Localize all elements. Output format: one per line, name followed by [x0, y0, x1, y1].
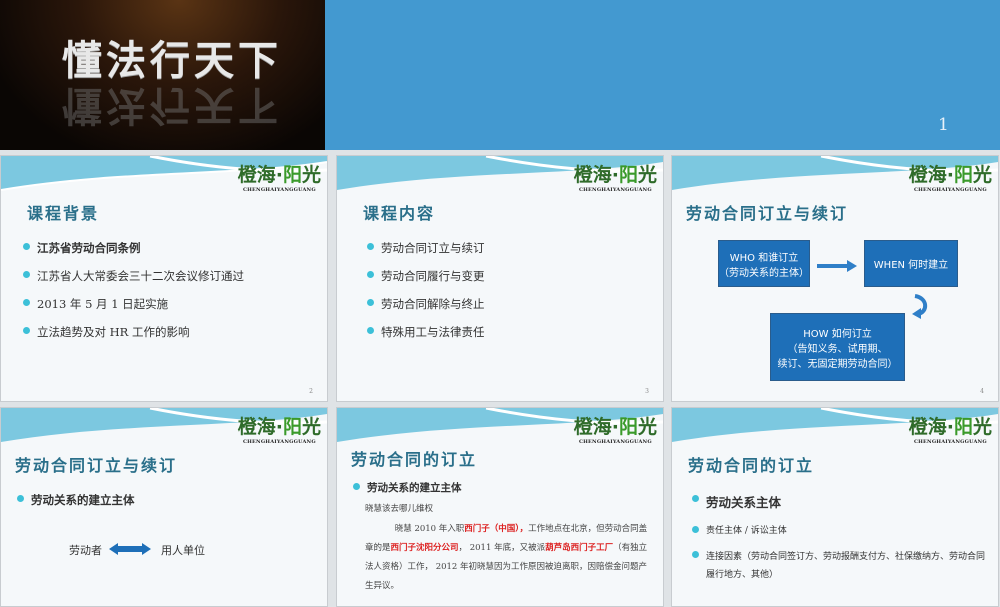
list-item: 2013 年 5 月 1 日起实施 — [23, 296, 244, 312]
slide-title: 劳动合同的订立 — [688, 456, 815, 475]
slide-title: 劳动合同的订立 — [351, 450, 478, 469]
slide-title: 懂法行天下 — [62, 38, 282, 84]
bullet-list: 江苏省劳动合同条例 江苏省人大常委会三十二次会议修订通过 2013 年 5 月 … — [23, 240, 244, 352]
how-box: HOW 如何订立 （告知义务、试用期、 续订、无固定期劳动合同） — [770, 313, 905, 381]
list-item: 连接因素（劳动合同签订方、劳动报酬支付方、社保缴纳方、劳动合同履行地方、其他） — [692, 548, 992, 584]
bullet-list: 劳动合同订立与续订 劳动合同履行与变更 劳动合同解除与终止 特殊用工与法律责任 — [367, 240, 485, 352]
logo: 橙海·阳光 CHENGHAIYANGGUANG — [573, 416, 657, 445]
when-box: WHEN 何时建立 — [864, 240, 958, 287]
page-number: 2 — [309, 388, 313, 395]
logo: 橙海·阳光 CHENGHAIYANGGUANG — [237, 416, 321, 445]
slide-title: 课程内容 — [363, 204, 436, 223]
logo: 橙海·阳光 CHENGHAIYANGGUANG — [237, 164, 321, 193]
case-paragraph: 晓慧 2010 年入职西门子（中国），工作地点在北京，但劳动合同盖章的是西门子沈… — [365, 524, 648, 591]
list-item: 劳动合同解除与终止 — [367, 296, 485, 312]
employer-label: 用人单位 — [161, 544, 205, 557]
slide-5[interactable]: 橙海·阳光 CHENGHAIYANGGUANG 劳动合同订立与续订 劳动关系的建立… — [0, 407, 328, 607]
bullet-list: 劳动关系主体 责任主体 / 诉讼主体 连接因素（劳动合同签订方、劳动报酬支付方、… — [692, 492, 992, 596]
page-number: 3 — [645, 388, 649, 395]
list-item: 劳动合同订立与续订 — [367, 240, 485, 256]
list-item: 劳动关系的建立主体 — [353, 480, 462, 495]
list-item: 劳动关系主体 — [692, 492, 992, 511]
list-item: 立法趋势及对 HR 工作的影响 — [23, 324, 244, 340]
slide-2[interactable]: 橙海·阳光 CHENGHAIYANGGUANG 课程背景 江苏省劳动合同条例 江苏… — [0, 155, 328, 402]
title-reflection: 懂法行天下 — [62, 82, 282, 128]
case-subtitle: 晓慧该去哪儿维权 — [365, 504, 434, 514]
logo: 橙海·阳光 CHENGHAIYANGGUANG — [573, 164, 657, 193]
curved-arrow-icon — [912, 294, 928, 319]
bullet-list: 劳动关系的建立主体 — [17, 492, 135, 520]
who-box: WHO 和谁订立 （劳动关系的主体） — [718, 240, 810, 287]
double-arrow-icon — [109, 543, 151, 555]
slide-title: 课程背景 — [27, 204, 100, 223]
list-item: 江苏省人大常委会三十二次会议修订通过 — [23, 268, 244, 284]
slide-6[interactable]: 橙海·阳光 CHENGHAIYANGGUANG 劳动合同的订立 劳动关系的建立主体… — [336, 407, 664, 607]
slide-7[interactable]: 橙海·阳光 CHENGHAIYANGGUANG 劳动合同的订立 劳动关系主体 责任… — [671, 407, 999, 607]
worker-label: 劳动者 — [69, 544, 102, 557]
slide-1[interactable]: 懂法行天下 懂法行天下 1 — [0, 0, 1000, 150]
arrow-right-icon — [817, 260, 857, 272]
slide-title: 劳动合同订立与续订 — [15, 456, 178, 475]
logo: 橙海·阳光 CHENGHAIYANGGUANG — [908, 416, 992, 445]
slide-title: 劳动合同订立与续订 — [686, 204, 849, 223]
logo: 橙海·阳光 CHENGHAIYANGGUANG — [908, 164, 992, 193]
title-image: 懂法行天下 懂法行天下 — [0, 0, 325, 150]
page-number: 4 — [980, 388, 984, 395]
list-item: 劳动合同履行与变更 — [367, 268, 485, 284]
list-item: 责任主体 / 诉讼主体 — [692, 523, 992, 536]
page-number: 1 — [938, 115, 949, 135]
list-item: 劳动关系的建立主体 — [17, 492, 135, 508]
list-item: 特殊用工与法律责任 — [367, 324, 485, 340]
slide-4[interactable]: 橙海·阳光 CHENGHAIYANGGUANG 劳动合同订立与续订 WHO 和谁订… — [671, 155, 999, 402]
list-item: 江苏省劳动合同条例 — [23, 240, 244, 256]
slide-3[interactable]: 橙海·阳光 CHENGHAIYANGGUANG 课程内容 劳动合同订立与续订 劳动… — [336, 155, 664, 402]
